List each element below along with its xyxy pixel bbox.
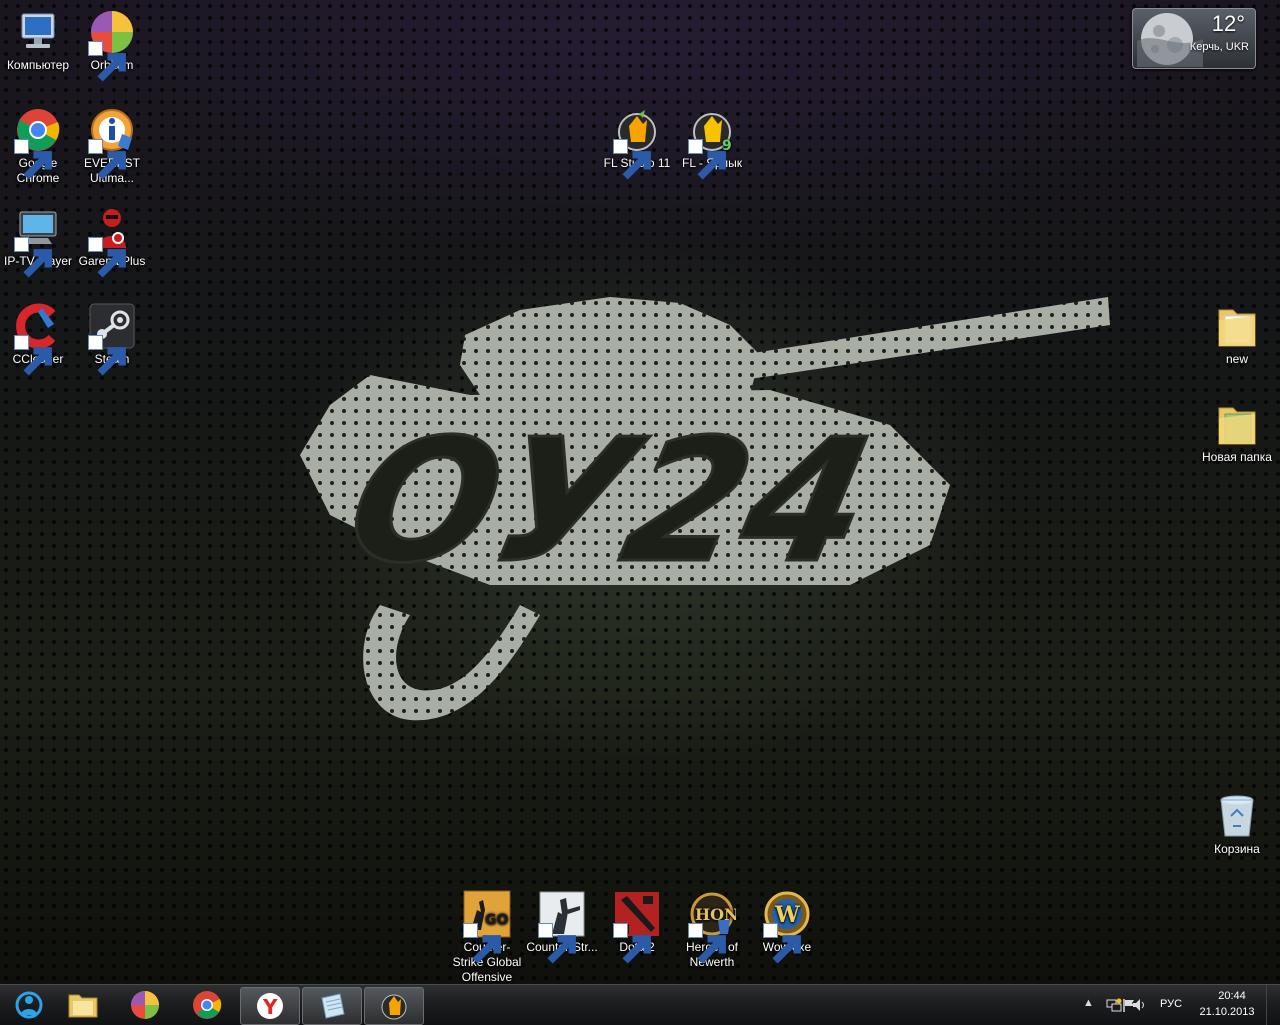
wallpaper-tank-logo: ОУ24 xyxy=(300,297,1110,721)
network-app-icon xyxy=(15,991,43,1019)
icon-label-folder-new: new xyxy=(1225,352,1248,366)
desktop-icon-counter-strike[interactable]: Counter-Str... xyxy=(524,890,600,964)
shortcut-arrow-icon xyxy=(463,923,501,964)
shortcut-arrow-icon xyxy=(613,923,651,964)
shortcut-arrow-icon xyxy=(14,139,52,180)
yandex-browser-icon: Y xyxy=(257,993,283,1019)
fl-studio-icon xyxy=(381,994,407,1020)
dota-2-icon xyxy=(613,890,661,964)
desktop-icon-computer[interactable]: Компьютер xyxy=(0,8,76,73)
taskbar-orbitum-button[interactable] xyxy=(116,987,174,1023)
desktop-icon-heroes-of-newerth[interactable]: HON Heroes of Newerth xyxy=(674,890,750,970)
recycle-bin-icon xyxy=(1213,792,1261,840)
orbitum-icon xyxy=(88,8,136,82)
show-hidden-icons-button[interactable]: ▲ xyxy=(1083,997,1094,1009)
steam-icon xyxy=(88,302,136,376)
folder-icon xyxy=(1213,302,1261,350)
desktop[interactable]: ОУ24 Компьютер Orbitum Google Chrome EVE… xyxy=(0,0,1280,984)
shortcut-arrow-icon xyxy=(88,237,126,278)
desktop-icon-fl-studio-11[interactable]: FL Studio 11 xyxy=(599,106,675,180)
desktop-icon-google-chrome[interactable]: Google Chrome xyxy=(0,106,76,186)
chrome-icon xyxy=(14,106,62,180)
desktop-icon-folder-new[interactable]: new xyxy=(1199,302,1275,367)
desktop-icon-orbitum[interactable]: Orbitum xyxy=(74,8,150,82)
notepad-app-icon xyxy=(321,993,345,1019)
fl-studio-icon xyxy=(613,106,661,180)
desktop-icon-wow[interactable]: W Wow.exe xyxy=(749,890,825,964)
svg-text:Y: Y xyxy=(262,995,278,1019)
everest-icon xyxy=(88,106,136,180)
clock-time[interactable]: 20:44 xyxy=(1206,990,1258,1002)
shortcut-arrow-icon xyxy=(14,335,52,376)
icon-label-computer: Компьютер xyxy=(6,58,70,72)
folder-icon xyxy=(1213,400,1261,448)
desktop-icon-steam[interactable]: Steam xyxy=(74,302,150,376)
shortcut-arrow-icon xyxy=(688,923,726,964)
shortcut-arrow-icon xyxy=(688,139,726,180)
desktop-icon-csgo[interactable]: GO Counter-Strike Global Offensive xyxy=(449,890,525,984)
desktop-icon-everest[interactable]: EVEREST Ultima... xyxy=(74,106,150,186)
desktop-icon-ccleaner[interactable]: CCleaner xyxy=(0,302,76,376)
desktop-icon-garena-plus[interactable]: Garena Plus xyxy=(74,204,150,278)
wallpaper-logo-text: ОУ24 xyxy=(333,402,887,601)
file-explorer-icon xyxy=(68,994,98,1018)
show-desktop-button[interactable] xyxy=(1266,985,1280,1025)
heroes-of-newerth-icon: HON xyxy=(688,890,736,964)
shortcut-arrow-icon xyxy=(88,139,126,180)
computer-icon xyxy=(14,8,62,56)
iptv-icon xyxy=(14,204,62,278)
weather-location: Керчь, UKR xyxy=(1189,41,1249,53)
shortcut-arrow-icon xyxy=(88,335,126,376)
shortcut-arrow-icon xyxy=(613,139,651,180)
csgo-icon: GO xyxy=(463,890,511,964)
weather-temperature: 12° xyxy=(1211,11,1245,36)
desktop-icon-dota-2[interactable]: Dota 2 xyxy=(599,890,675,964)
orbitum-icon xyxy=(131,991,159,1019)
taskbar: Y ▲ РУС 20:44 21.10.2013 xyxy=(0,984,1280,1025)
desktop-icon-recycle-bin[interactable]: Корзина xyxy=(1199,792,1275,857)
garena-icon xyxy=(88,204,136,278)
taskbar-fl-studio-button[interactable] xyxy=(364,987,424,1025)
taskbar-google-chrome-button[interactable] xyxy=(178,987,236,1023)
moon-icon xyxy=(1137,13,1203,67)
fl-studio-9-icon: 9 xyxy=(688,106,736,180)
icon-label-recycle-bin: Корзина xyxy=(1214,842,1260,856)
shortcut-arrow-icon xyxy=(763,923,801,964)
counter-strike-icon xyxy=(538,890,586,964)
shortcut-arrow-icon xyxy=(14,237,52,278)
desktop-icon-folder-new-folder[interactable]: Новая папка xyxy=(1199,400,1275,465)
taskbar-notepad-app-button[interactable] xyxy=(302,987,362,1025)
network-status-icon[interactable] xyxy=(1106,997,1122,1013)
taskbar-yandex-browser-button[interactable]: Y xyxy=(240,987,300,1025)
world-of-warcraft-icon: W xyxy=(763,890,811,964)
svg-text:HON: HON xyxy=(695,905,736,924)
chrome-icon xyxy=(193,991,222,1019)
clock-date[interactable]: 21.10.2013 xyxy=(1196,1006,1258,1018)
icon-label-folder-new-folder: Новая папка xyxy=(1202,450,1272,464)
shortcut-arrow-icon xyxy=(88,41,126,82)
taskbar-file-explorer-button[interactable] xyxy=(54,987,112,1023)
language-indicator[interactable]: РУС xyxy=(1160,998,1182,1010)
shortcut-arrow-icon xyxy=(538,923,576,964)
ccleaner-icon xyxy=(14,302,62,376)
volume-icon[interactable] xyxy=(1131,997,1147,1013)
taskbar-network-app-button[interactable] xyxy=(0,987,58,1023)
weather-gadget[interactable]: 12° Керчь, UKR xyxy=(1132,8,1256,69)
desktop-icon-iptv-player[interactable]: IP-TV Player xyxy=(0,204,76,278)
desktop-icon-fl-shortcut[interactable]: 9 FL - Ярлык xyxy=(674,106,750,180)
